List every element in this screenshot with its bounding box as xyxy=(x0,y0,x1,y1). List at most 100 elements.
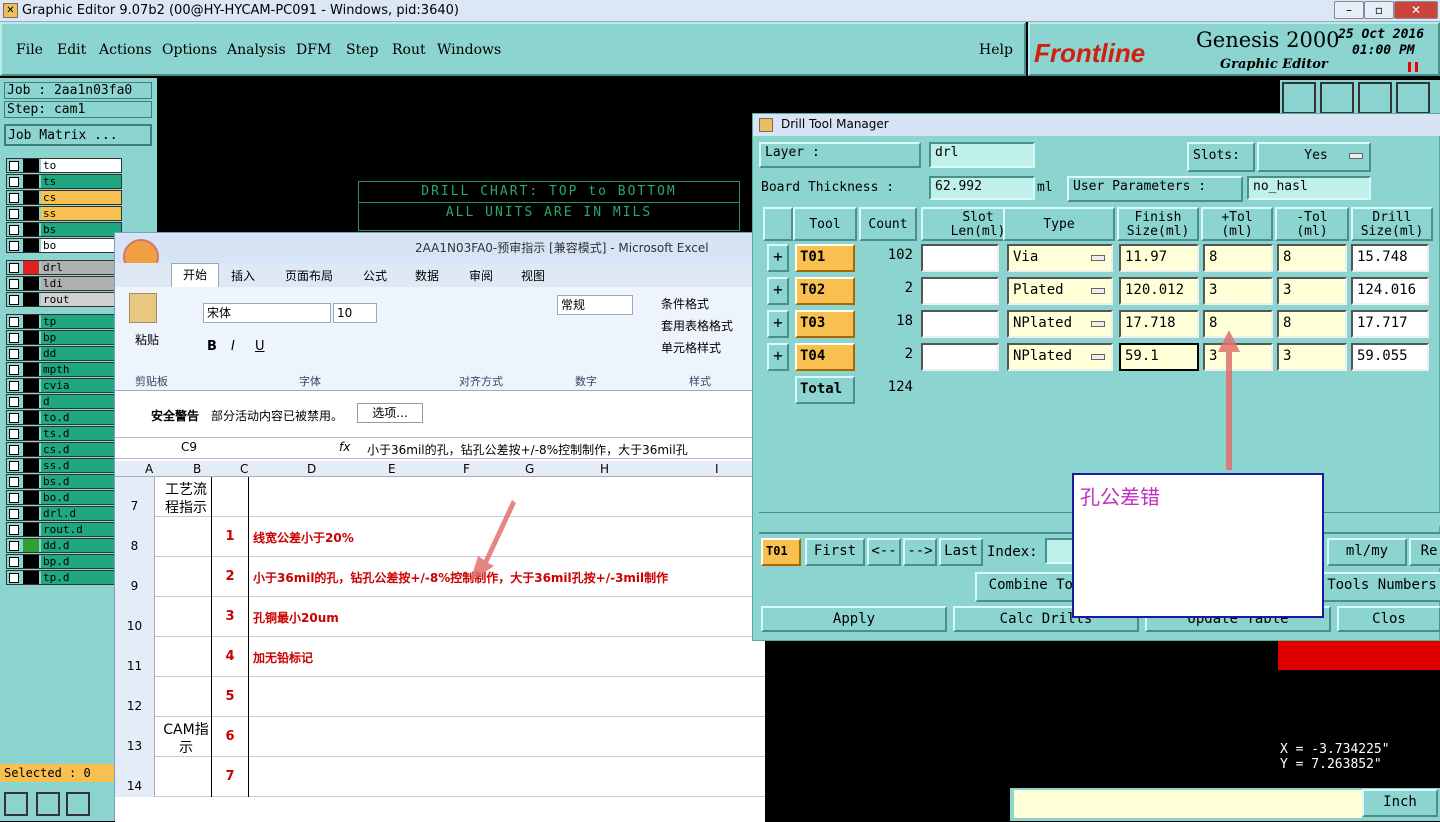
layer-checkbox[interactable] xyxy=(9,477,19,487)
drill-size-field[interactable]: 15.748 xyxy=(1351,244,1429,272)
plus-tol-field[interactable]: 3 xyxy=(1203,343,1273,371)
tab-home[interactable]: 开始 xyxy=(171,263,219,287)
formula-input[interactable]: 小于36mil的孔，钻孔公差按+/-8%控制制作，大于36mil孔 xyxy=(367,441,688,458)
type-select[interactable]: NPlated xyxy=(1007,343,1113,371)
cell-b[interactable]: 5 xyxy=(211,677,249,717)
menu-file[interactable]: File xyxy=(16,42,43,58)
minus-tol-field[interactable]: 3 xyxy=(1277,343,1347,371)
tool-id[interactable]: T04 xyxy=(795,343,855,371)
home-icon[interactable] xyxy=(1282,82,1316,114)
house-icon[interactable] xyxy=(1358,82,1392,114)
slot-len-field[interactable] xyxy=(921,343,999,371)
cell-b[interactable]: 6 xyxy=(211,717,249,757)
user-params-field[interactable]: no_hasl xyxy=(1247,176,1371,200)
drill-size-field[interactable]: 124.016 xyxy=(1351,277,1429,305)
layer-row-cs[interactable]: cs xyxy=(6,190,122,205)
menu-step[interactable]: Step xyxy=(346,42,378,58)
layer-checkbox[interactable] xyxy=(9,279,19,289)
layer-row-dd-d[interactable]: dd.d xyxy=(6,538,122,553)
last-button[interactable]: Last xyxy=(939,538,983,566)
user-params-button[interactable]: User Parameters : xyxy=(1067,176,1243,202)
prev-button[interactable]: <-- xyxy=(867,538,901,566)
layer-row-bo[interactable]: bo xyxy=(6,238,122,253)
layer-row-rout-d[interactable]: rout.d xyxy=(6,522,122,537)
menu-actions[interactable]: Actions xyxy=(99,42,152,58)
layer-checkbox[interactable] xyxy=(9,177,19,187)
layer-checkbox[interactable] xyxy=(9,295,19,305)
name-box[interactable]: C9 xyxy=(121,440,271,458)
tab-formulas[interactable]: 公式 xyxy=(363,267,387,284)
apply-button[interactable]: Apply xyxy=(761,606,947,632)
cell-styles[interactable]: 单元格样式 xyxy=(661,339,721,356)
finish-size-field[interactable]: 11.97 xyxy=(1119,244,1199,272)
layer-checkbox[interactable] xyxy=(9,429,19,439)
layer-row-dd[interactable]: dd xyxy=(6,346,122,361)
expand-button[interactable]: + xyxy=(767,244,789,272)
layer-row-bo-d[interactable]: bo.d xyxy=(6,490,122,505)
type-select[interactable]: Plated xyxy=(1007,277,1113,305)
number-format-select[interactable]: 常规 xyxy=(557,295,633,315)
layer-row-to-d[interactable]: to.d xyxy=(6,410,122,425)
tab-layout[interactable]: 页面布局 xyxy=(285,267,333,284)
save-icon[interactable] xyxy=(1320,82,1354,114)
type-select[interactable]: NPlated xyxy=(1007,310,1113,338)
minus-tol-field[interactable]: 8 xyxy=(1277,310,1347,338)
menu-rout[interactable]: Rout xyxy=(392,42,426,58)
layer-checkbox[interactable] xyxy=(9,349,19,359)
tab-insert[interactable]: 插入 xyxy=(231,267,255,284)
layer-checkbox[interactable] xyxy=(9,225,19,235)
layer-row-mpth[interactable]: mpth xyxy=(6,362,122,377)
italic-button[interactable]: I xyxy=(231,339,235,354)
menu-dfm[interactable]: DFM xyxy=(296,42,331,58)
tool-id[interactable]: T03 xyxy=(795,310,855,338)
pause-icon[interactable] xyxy=(1408,62,1418,72)
underline-button[interactable]: U xyxy=(255,339,265,354)
drill-size-field[interactable]: 17.717 xyxy=(1351,310,1429,338)
tools-numbers-button[interactable]: Tools Numbers xyxy=(1317,572,1440,602)
slots-select[interactable]: Yes xyxy=(1257,142,1371,172)
font-size-select[interactable]: 10 xyxy=(333,303,377,323)
close-button[interactable]: ✕ xyxy=(1394,1,1438,19)
layer-checkbox[interactable] xyxy=(9,193,19,203)
col-header[interactable]: I xyxy=(715,462,719,476)
layer-row-ldi[interactable]: ldi xyxy=(6,276,122,291)
cell-b[interactable]: 4 xyxy=(211,637,249,677)
layer-checkbox[interactable] xyxy=(9,241,19,251)
minimize-button[interactable]: – xyxy=(1334,1,1364,19)
cell-a[interactable]: 工艺流程指示 xyxy=(159,481,213,517)
cell-c[interactable]: 小于36mil的孔，钻孔公差按+/-8%控制制作，大于36mil孔按+/-3mi… xyxy=(253,569,668,586)
layer-checkbox[interactable] xyxy=(9,461,19,471)
col-header[interactable]: D xyxy=(307,462,316,476)
slot-len-field[interactable] xyxy=(921,244,999,272)
menu-options[interactable]: Options xyxy=(162,42,217,58)
units-select[interactable]: ml/my xyxy=(1327,538,1407,566)
expand-button[interactable]: + xyxy=(767,343,789,371)
cell-c[interactable]: 孔铜最小20um xyxy=(253,609,339,626)
menu-help[interactable]: Help xyxy=(979,42,1013,58)
layer-row-bp-d[interactable]: bp.d xyxy=(6,554,122,569)
font-name-select[interactable]: 宋体 xyxy=(203,303,331,323)
col-header[interactable]: C xyxy=(240,462,248,476)
tab-data[interactable]: 数据 xyxy=(415,267,439,284)
security-options-button[interactable]: 选项... xyxy=(357,403,423,423)
layer-row-rout[interactable]: rout xyxy=(6,292,122,307)
cell-c[interactable]: 线宽公差小于20% xyxy=(253,529,354,546)
finish-size-field[interactable]: 17.718 xyxy=(1119,310,1199,338)
cell-c[interactable]: 加无铅标记 xyxy=(253,649,313,666)
layer-row-bs[interactable]: bs xyxy=(6,222,122,237)
finish-size-field[interactable]: 59.1 xyxy=(1119,343,1199,371)
layer-row-ss-d[interactable]: ss.d xyxy=(6,458,122,473)
layer-checkbox[interactable] xyxy=(9,365,19,375)
cell-a[interactable]: CAM指示 xyxy=(159,721,213,757)
layer-row-ts[interactable]: ts xyxy=(6,174,122,189)
menu-edit[interactable]: Edit xyxy=(57,42,86,58)
drill-size-field[interactable]: 59.055 xyxy=(1351,343,1429,371)
layer-checkbox[interactable] xyxy=(9,541,19,551)
slot-len-field[interactable] xyxy=(921,310,999,338)
layer-checkbox[interactable] xyxy=(9,493,19,503)
status-field[interactable] xyxy=(1014,790,1362,818)
close-dialog-button[interactable]: Clos xyxy=(1337,606,1440,632)
first-button[interactable]: First xyxy=(805,538,865,566)
layer-row-d[interactable]: d xyxy=(6,394,122,409)
slot-len-field[interactable] xyxy=(921,277,999,305)
